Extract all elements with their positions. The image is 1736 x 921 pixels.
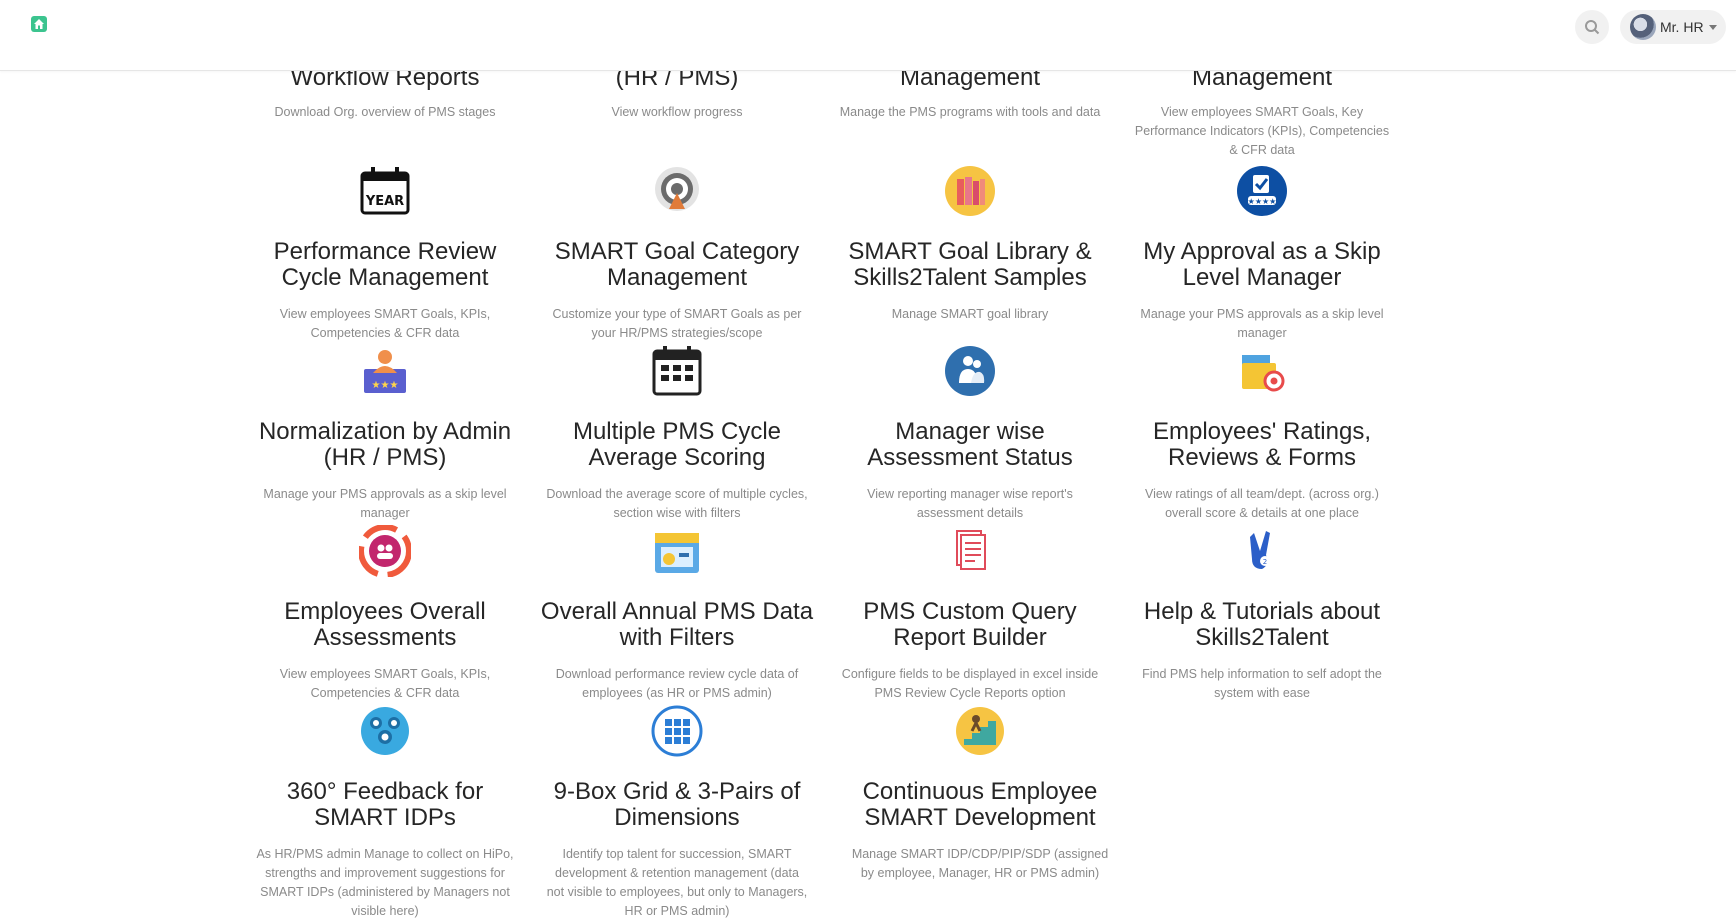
card-title: Performance Review Cycle Management (273, 238, 497, 291)
home-icon (34, 19, 44, 29)
card-description: Manage SMART IDP/CDP/PIP/SDP (assigned b… (851, 847, 1109, 880)
top-bar: Mr. HR (0, 0, 1736, 71)
card-description: View employees SMART Goals, Key Performa… (1134, 105, 1390, 157)
card-360-feedback[interactable]: 360° Feedback for SMART IDPs As HR/PMS a… (245, 705, 525, 921)
card-annual-pms-data[interactable]: Overall Annual PMS Data with Filters Dow… (537, 525, 817, 703)
report-list-icon (956, 530, 986, 570)
calendar-grid-icon (652, 346, 702, 396)
card-title: 360° Feedback for SMART IDPs (286, 778, 484, 831)
card-overall-assessments[interactable]: Employees Overall Assessments View emplo… (245, 525, 525, 703)
approval-badge-icon: ★★★★ (1237, 166, 1287, 216)
card-description: Download performance review cycle data o… (555, 667, 799, 700)
search-icon (1585, 20, 1600, 35)
card-description: Find PMS help information to self adopt … (1142, 667, 1382, 700)
card-goal-library[interactable]: SMART Goal Library & Skills2Talent Sampl… (830, 165, 1110, 324)
search-button[interactable] (1575, 10, 1609, 44)
card-description: Manage the PMS programs with tools and d… (839, 105, 1101, 119)
card-description: Download Org. overview of PMS stages (274, 105, 496, 119)
admin-rating-icon: ★★★ (364, 350, 406, 393)
target-icon (655, 167, 699, 211)
card-performance-review-cycle[interactable]: YEAR Performance Review Cycle Management… (245, 165, 525, 343)
card-description: Configure fields to be displayed in exce… (841, 667, 1099, 700)
svg-text:★★★: ★★★ (372, 380, 399, 391)
books-icon (945, 166, 995, 216)
card-nine-box-grid[interactable]: 9-Box Grid & 3-Pairs of Dimensions Ident… (537, 705, 817, 921)
card-description: Download the average score of multiple c… (546, 487, 808, 520)
card-description: Manage your PMS approvals as a skip leve… (1140, 307, 1384, 340)
card-multi-cycle-scoring[interactable]: Multiple PMS Cycle Average Scoring Downl… (537, 345, 817, 523)
card-title: Help & Tutorials about Skills2Talent (1143, 598, 1381, 651)
year-calendar-icon: YEAR (360, 167, 410, 215)
card-continuous-development[interactable]: Continuous Employee SMART Development Ma… (840, 705, 1120, 883)
stairs-growth-icon (956, 707, 1004, 755)
dashboard-grid: Workflow Reports Download Org. overview … (0, 0, 1736, 919)
user-menu-button[interactable]: Mr. HR (1620, 10, 1726, 44)
svg-text:2: 2 (1263, 558, 1267, 566)
card-description: Customize your type of SMART Goals as pe… (552, 307, 802, 340)
card-description: View employees SMART Goals, KPIs, Compet… (279, 667, 491, 700)
users-ring-icon (359, 525, 411, 577)
card-title: Employees' Ratings, Reviews & Forms (1152, 418, 1371, 471)
card-title: Overall Annual PMS Data with Filters (540, 598, 814, 651)
card-description: Manage SMART goal library (891, 307, 1049, 321)
card-description: View employees SMART Goals, KPIs, Compet… (279, 307, 491, 340)
card-description: View ratings of all team/dept. (across o… (1145, 487, 1379, 520)
user-name: Mr. HR (1660, 19, 1704, 35)
card-title: Manager wise Assessment Status (867, 418, 1073, 471)
card-normalization[interactable]: ★★★ Normalization by Admin (HR / PMS) Ma… (245, 345, 525, 523)
card-description: Manage your PMS approvals as a skip leve… (263, 487, 507, 520)
nine-box-grid-icon (651, 705, 703, 757)
card-custom-query-builder[interactable]: PMS Custom Query Report Builder Configur… (830, 525, 1110, 703)
card-title: My Approval as a Skip Level Manager (1143, 238, 1381, 291)
victory-hand-icon: 2 (1250, 531, 1270, 569)
annual-calendar-chart-icon (655, 533, 699, 573)
folder-target-icon (1242, 355, 1285, 392)
people-network-icon (361, 707, 409, 755)
svg-text:★★★★: ★★★★ (1248, 197, 1277, 206)
chevron-down-icon (1708, 24, 1717, 30)
card-title: Employees Overall Assessments (284, 598, 486, 651)
card-skip-level-approval[interactable]: ★★★★ My Approval as a Skip Level Manager… (1122, 165, 1402, 343)
card-description: As HR/PMS admin Manage to collect on HiP… (256, 847, 514, 918)
card-description: Identify top talent for succession, SMAR… (546, 847, 808, 918)
card-title: Continuous Employee SMART Development (862, 778, 1098, 831)
card-help-tutorials[interactable]: 2 Help & Tutorials about Skills2Talent F… (1122, 525, 1402, 703)
card-manager-assessment-status[interactable]: Manager wise Assessment Status View repo… (830, 345, 1110, 523)
card-employee-ratings[interactable]: Employees' Ratings, Reviews & Forms View… (1122, 345, 1402, 523)
home-button[interactable] (31, 16, 47, 32)
card-title: PMS Custom Query Report Builder (863, 598, 1077, 651)
card-description: View reporting manager wise report's ass… (867, 487, 1073, 520)
team-icon (945, 346, 995, 396)
card-description: View workflow progress (611, 105, 743, 119)
card-title: SMART Goal Library & Skills2Talent Sampl… (848, 238, 1092, 291)
card-title: Multiple PMS Cycle Average Scoring (572, 418, 782, 471)
card-title: Normalization by Admin (HR / PMS) (258, 418, 512, 471)
card-goal-category[interactable]: SMART Goal Category Management Customize… (537, 165, 817, 343)
card-title: SMART Goal Category Management (554, 238, 800, 291)
card-title: 9-Box Grid & 3-Pairs of Dimensions (553, 778, 801, 831)
avatar (1630, 14, 1656, 40)
svg-text:YEAR: YEAR (365, 194, 404, 209)
